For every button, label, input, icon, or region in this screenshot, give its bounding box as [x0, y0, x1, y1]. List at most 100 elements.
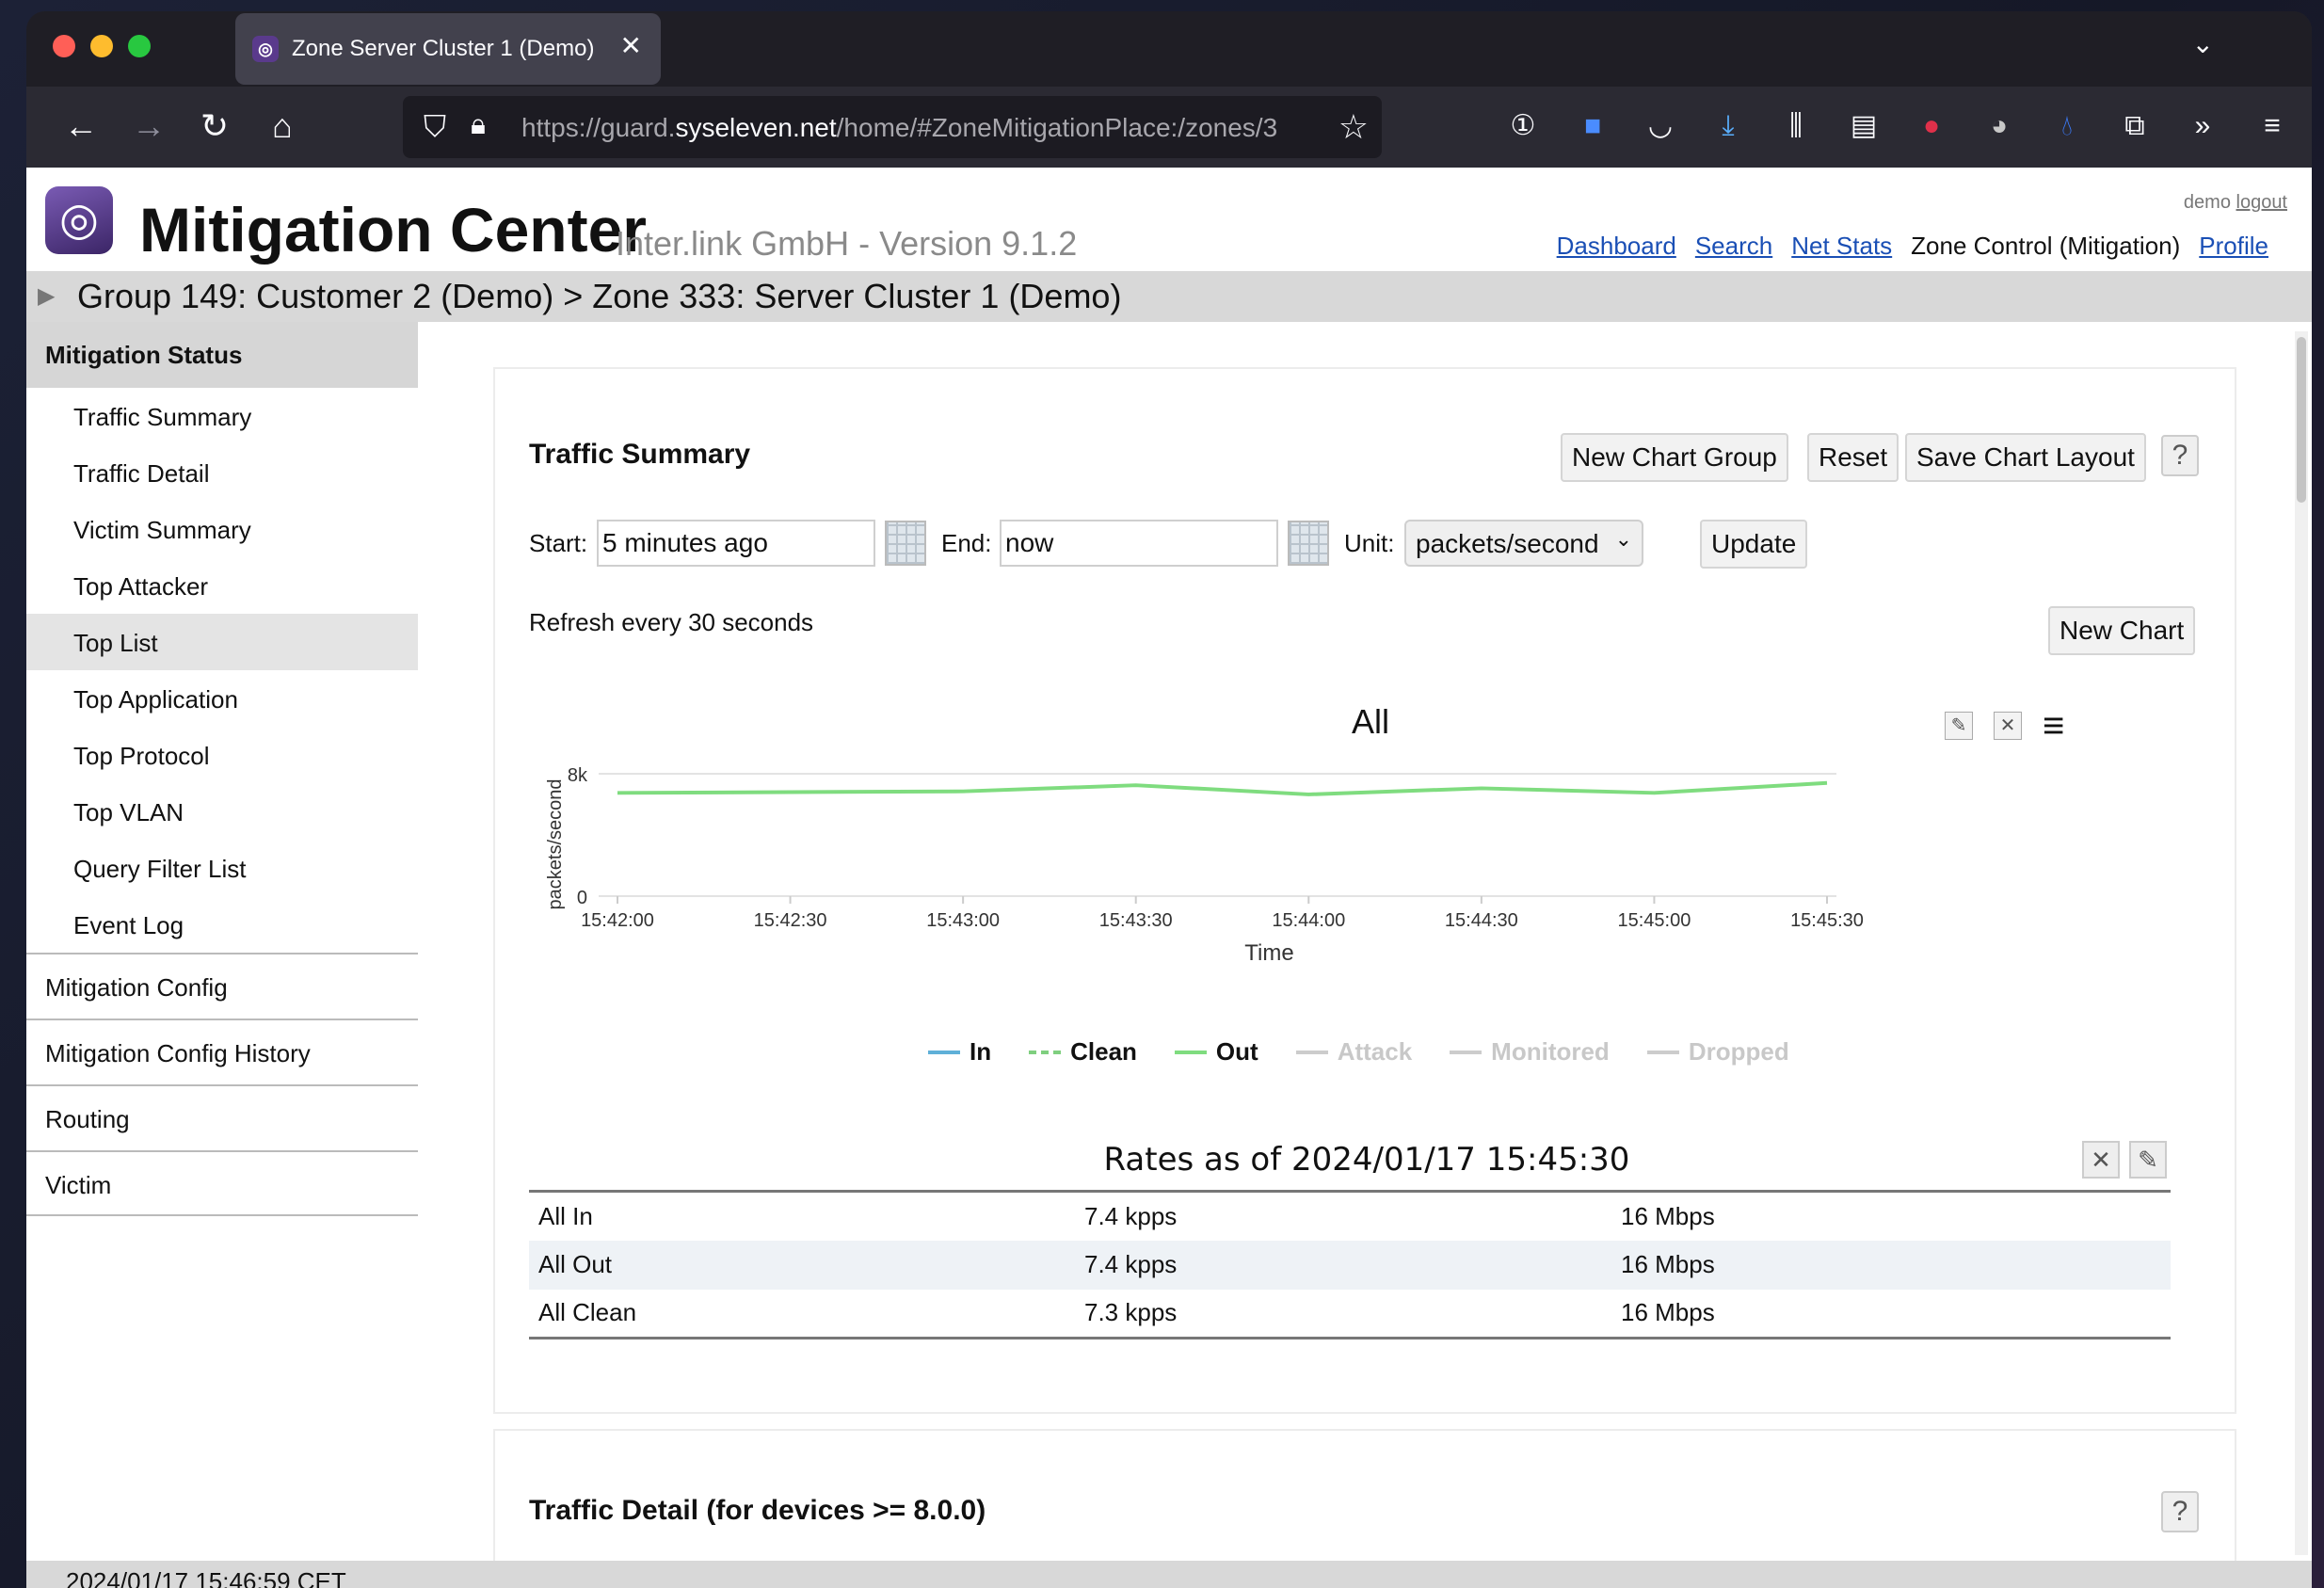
url-text[interactable]: https://guard.syseleven.net/home/#ZoneMi… — [521, 113, 1312, 143]
logout-link[interactable]: logout — [2236, 192, 2288, 213]
reset-button[interactable]: Reset — [1807, 433, 1899, 482]
bitwarden-icon[interactable]: ■ — [1574, 107, 1611, 145]
extension-circle-icon[interactable]: ◕ — [1980, 107, 2018, 145]
home-icon[interactable]: ⌂ — [262, 107, 303, 145]
tracking-shield-icon[interactable]: ⛉ — [424, 109, 446, 145]
pocket-icon[interactable]: ◡ — [1642, 107, 1679, 145]
lock-icon[interactable]: 🔒︎ — [471, 109, 486, 141]
legend-label: Monitored — [1491, 1037, 1610, 1066]
legend-label: Dropped — [1688, 1037, 1789, 1066]
nav-net-stats[interactable]: Net Stats — [1791, 232, 1892, 261]
sidebar-item-top-application[interactable]: Top Application — [26, 670, 418, 727]
overflow-chevrons-icon[interactable]: » — [2184, 107, 2221, 145]
sidebar-item-victim-summary[interactable]: Victim Summary — [26, 501, 418, 557]
legend-item-out[interactable]: Out — [1174, 1037, 1258, 1067]
legend-label: Out — [1215, 1037, 1258, 1066]
end-input[interactable] — [1000, 520, 1278, 567]
back-arrow-icon[interactable]: ← — [60, 107, 102, 145]
help-icon[interactable]: ? — [2161, 435, 2199, 476]
x-tick-label: 15:45:30 — [1790, 910, 1864, 931]
chevron-down-icon[interactable]: ⌄ — [2192, 28, 2214, 59]
minimize-window-button[interactable] — [90, 35, 113, 57]
y-tick-label: 8k — [568, 765, 588, 786]
new-chart-group-button[interactable]: New Chart Group — [1561, 433, 1788, 482]
sidebar-item-top-protocol[interactable]: Top Protocol — [26, 727, 418, 783]
nav-profile[interactable]: Profile — [2199, 232, 2268, 261]
table-row: All Clean 7.3 kpps 16 Mbps — [529, 1290, 2171, 1339]
sidebar-section-routing[interactable]: Routing — [26, 1084, 418, 1150]
new-chart-button[interactable]: New Chart — [2048, 606, 2196, 655]
y-tick-label: 0 — [577, 888, 587, 908]
sidebar-item-top-vlan[interactable]: Top VLAN — [26, 783, 418, 840]
table-cell: 16 Mbps — [1621, 1298, 1715, 1327]
adblock-icon[interactable]: ● — [1913, 107, 1950, 145]
start-calendar-icon[interactable] — [885, 521, 926, 566]
legend-item-clean[interactable]: Clean — [1029, 1037, 1137, 1067]
legend-item-dropped[interactable]: Dropped — [1646, 1037, 1789, 1067]
edit-rates-pencil-icon[interactable]: ✎ — [2129, 1141, 2167, 1179]
navigation-toolbar: ← → ↻ ⌂ ⛉ 🔒︎ https://guard.syseleven.net… — [26, 87, 2312, 168]
page-scrollbar[interactable] — [2295, 331, 2308, 1555]
end-label: End: — [941, 529, 992, 557]
chart-legend: In Clean Out Attack Monitored Dropped — [928, 1037, 1789, 1067]
hamburger-menu-icon[interactable]: ≡ — [2253, 107, 2291, 145]
tab-close-icon[interactable]: ✕ — [620, 30, 642, 61]
table-cell: 7.3 kpps — [1084, 1298, 1178, 1327]
sidebar-item-traffic-summary[interactable]: Traffic Summary — [26, 388, 418, 444]
x-tick-label: 15:43:30 — [1099, 910, 1173, 931]
refresh-text: Refresh every 30 seconds — [529, 608, 814, 636]
sidebar-item-query-filter-list[interactable]: Query Filter List — [26, 840, 418, 896]
table-cell: 16 Mbps — [1621, 1201, 1715, 1230]
legend-item-attack[interactable]: Attack — [1295, 1037, 1412, 1067]
zoom-window-button[interactable] — [128, 35, 151, 57]
sidebar-heading-mitigation-status[interactable]: Mitigation Status — [26, 322, 418, 388]
sidebar-section-victim[interactable]: Victim — [26, 1150, 418, 1216]
end-calendar-icon[interactable] — [1288, 521, 1329, 566]
x-axis-label: Time — [1244, 940, 1293, 966]
help-icon[interactable]: ? — [2161, 1491, 2199, 1532]
save-chart-layout-button[interactable]: Save Chart Layout — [1905, 433, 2146, 482]
y-axis-label: packets/second — [545, 779, 566, 910]
url-bar[interactable]: ⛉ 🔒︎ https://guard.syseleven.net/home/#Z… — [403, 96, 1382, 158]
app-subtitle: Inter.link GmbH - Version 9.1.2 — [616, 224, 1078, 263]
unit-select[interactable]: packets/second ⌄ — [1404, 520, 1643, 567]
nav-search[interactable]: Search — [1695, 232, 1772, 261]
close-window-button[interactable] — [53, 35, 75, 57]
start-input[interactable] — [597, 520, 875, 567]
download-icon[interactable]: ⤓ — [1709, 107, 1747, 145]
collapse-triangle-icon[interactable]: ▶ — [38, 271, 55, 322]
legend-item-monitored[interactable]: Monitored — [1450, 1037, 1610, 1067]
app-title: Mitigation Center — [139, 195, 647, 265]
traffic-detail-title: Traffic Detail (for devices >= 8.0.0) — [529, 1495, 986, 1526]
drop-extension-icon[interactable]: 💧︎ — [2048, 107, 2086, 145]
legend-swatch — [1646, 1050, 1679, 1054]
forward-arrow-icon[interactable]: → — [128, 107, 169, 145]
sidebar-item-top-attacker[interactable]: Top Attacker — [26, 557, 418, 614]
password-manager-icon[interactable]: ① — [1504, 107, 1542, 145]
footer-timestamp: 2024/01/17 15:46:59 CET — [26, 1561, 2312, 1588]
close-rates-icon[interactable]: ✕ — [2082, 1141, 2120, 1179]
legend-item-in[interactable]: In — [928, 1037, 991, 1067]
update-button[interactable]: Update — [1700, 520, 1808, 569]
reload-icon[interactable]: ↻ — [194, 107, 235, 145]
sidebar-toggle-icon[interactable]: ▤ — [1845, 107, 1883, 145]
nav-zone-control: Zone Control (Mitigation) — [1911, 232, 2181, 260]
table-cell: All Clean — [538, 1298, 637, 1327]
browser-tab[interactable]: ◎ Zone Server Cluster 1 (Demo) ✕ — [235, 13, 661, 85]
bookmark-star-icon[interactable]: ☆ — [1338, 107, 1369, 147]
scrollbar-thumb[interactable] — [2297, 337, 2306, 503]
nav-dashboard[interactable]: Dashboard — [1557, 232, 1676, 261]
x-tick-label: 15:44:00 — [1272, 910, 1345, 931]
sidebar-section-mitigation-config[interactable]: Mitigation Config — [26, 953, 418, 1019]
library-icon[interactable]: ⫼ — [1777, 107, 1815, 145]
sidebar-item-event-log[interactable]: Event Log — [26, 896, 418, 953]
sidebar-item-traffic-detail[interactable]: Traffic Detail — [26, 444, 418, 501]
top-navigation: Dashboard Search Net Stats Zone Control … — [1557, 232, 2268, 261]
panel-title: Traffic Summary — [529, 439, 751, 470]
extensions-puzzle-icon[interactable]: ⧉ — [2116, 107, 2154, 145]
table-cell: All In — [538, 1201, 593, 1230]
mitigation-center-logo: ◎ — [45, 186, 113, 254]
sidebar-section-mitigation-config-history[interactable]: Mitigation Config History — [26, 1019, 418, 1084]
sidebar-item-top-list[interactable]: Top List — [26, 614, 418, 670]
breadcrumb-text: Group 149: Customer 2 (Demo) > Zone 333:… — [77, 277, 1122, 315]
